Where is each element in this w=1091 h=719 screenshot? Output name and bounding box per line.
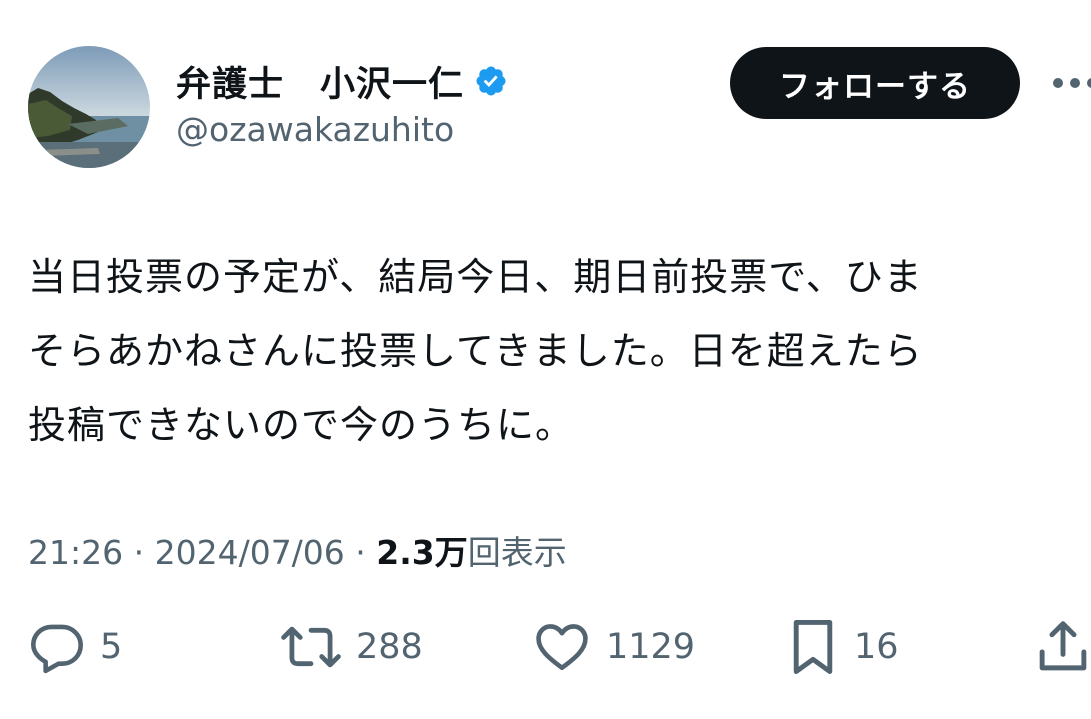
- tweet-date[interactable]: 2024/07/06: [155, 533, 345, 572]
- action-bar: 5 288 1129 16: [0, 612, 1091, 682]
- follow-button[interactable]: フォローする: [730, 47, 1020, 119]
- retweet-button[interactable]: 288: [280, 612, 423, 682]
- tweet-text-line: そらあかねさんに投票してきました。日を超えたら: [28, 329, 923, 373]
- reply-button[interactable]: 5: [28, 612, 122, 682]
- bookmark-icon: [793, 620, 833, 674]
- retweet-count: 288: [356, 627, 423, 667]
- share-icon: [1039, 621, 1087, 671]
- avatar-image: [28, 46, 150, 168]
- retweet-icon: [281, 626, 341, 668]
- views-label[interactable]: 回表示: [468, 526, 567, 574]
- avatar[interactable]: [28, 46, 150, 168]
- meta-separator: ·: [344, 533, 377, 572]
- like-count: 1129: [606, 627, 696, 667]
- heart-icon: [536, 624, 588, 671]
- more-options-button[interactable]: [1048, 68, 1091, 98]
- like-button[interactable]: 1129: [532, 612, 695, 682]
- bookmark-button[interactable]: 16: [786, 612, 899, 682]
- author-name-row[interactable]: 弁護士 小沢一仁: [176, 56, 508, 107]
- verified-badge-icon: [476, 66, 506, 96]
- reply-icon: [31, 624, 83, 674]
- tweet-time[interactable]: 21:26: [28, 533, 123, 572]
- reply-count: 5: [100, 627, 123, 667]
- author-display-name[interactable]: 弁護士 小沢一仁: [176, 56, 464, 107]
- tweet-text-line: 投稿できないので今のうちに。: [28, 403, 575, 447]
- more-dots-icon: [1053, 78, 1091, 88]
- tweet-text-line: 当日投票の予定が、結局今日、期日前投票で、ひま: [28, 255, 923, 299]
- author-handle[interactable]: @ozawakazuhito: [176, 110, 454, 149]
- bookmark-count: 16: [854, 627, 899, 667]
- tweet-meta: 21:26 · 2024/07/06 · 2.3万 回表示: [28, 526, 567, 574]
- tweet-text: 当日投票の予定が、結局今日、期日前投票で、ひま そらあかねさんに投票してきました…: [28, 240, 1068, 462]
- meta-separator: ·: [123, 533, 155, 572]
- share-button[interactable]: [1036, 612, 1090, 682]
- views-count[interactable]: 2.3万: [376, 526, 467, 574]
